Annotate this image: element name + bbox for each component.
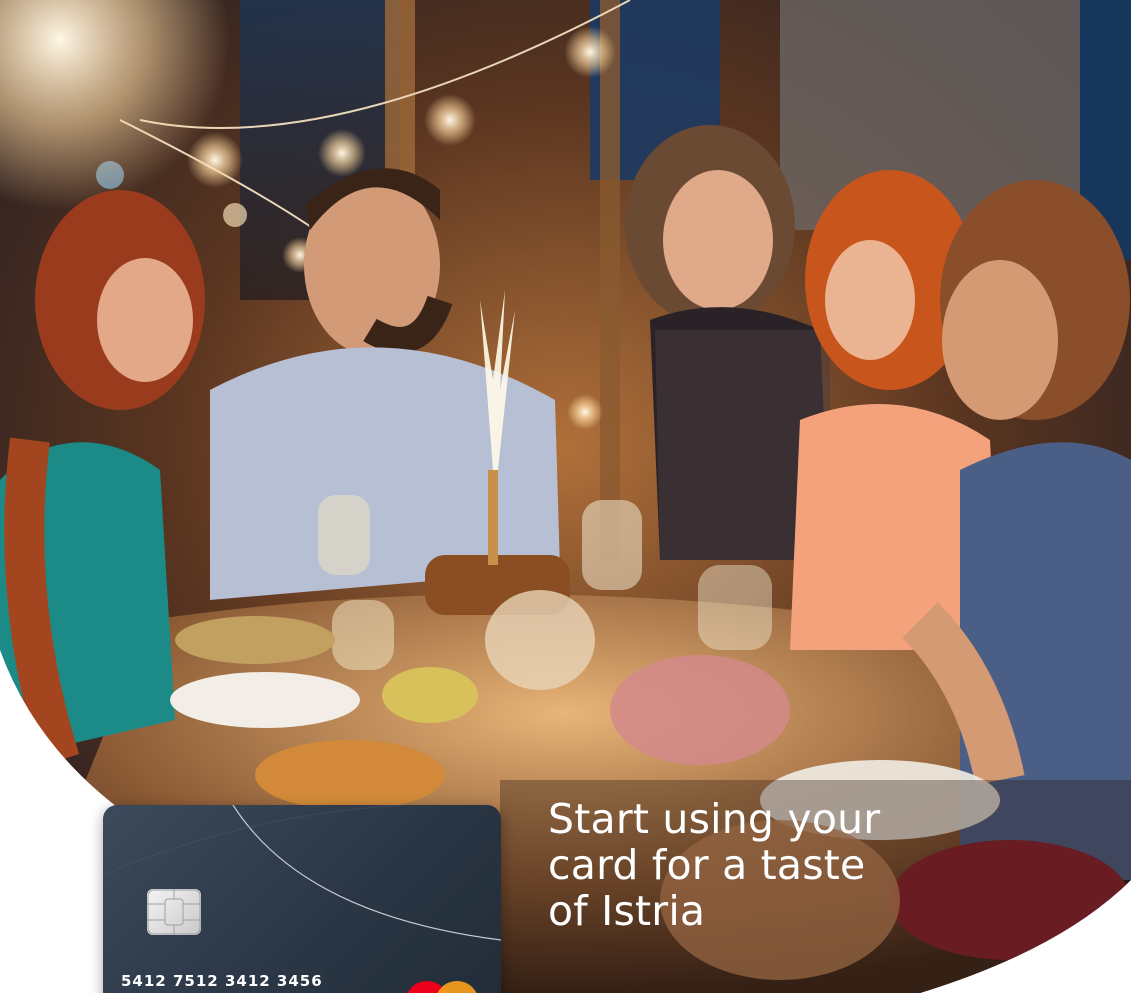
headline-line-2: card for a taste [548, 841, 866, 889]
promo-page: Start using your card for a taste of Ist… [0, 0, 1131, 993]
headline-line-1: Start using your [548, 795, 881, 843]
mastercard-logo-icon [405, 981, 491, 993]
headline-line-3: of Istria [548, 887, 706, 935]
promo-headline: Start using your card for a taste of Ist… [548, 796, 928, 934]
card-number: 5412 7512 3412 3456 [121, 972, 323, 990]
mastercard-yellow-circle [435, 981, 479, 993]
payment-card: 5412 7512 3412 3456 [103, 805, 501, 993]
chip-icon [147, 889, 201, 935]
